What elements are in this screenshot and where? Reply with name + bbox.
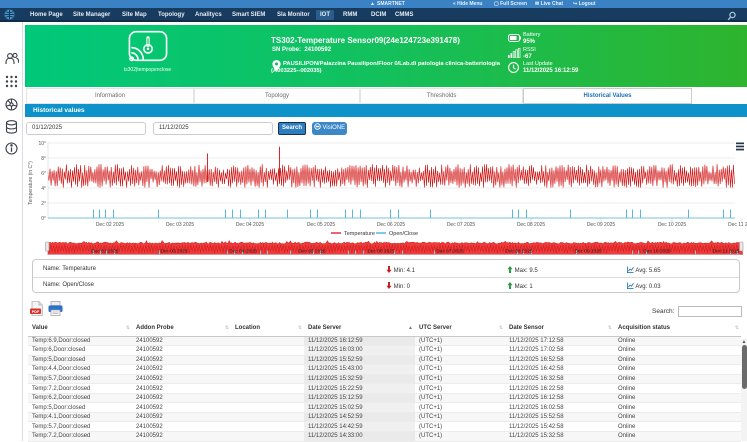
svg-text:Dec 04 2025: Dec 04 2025 — [236, 222, 265, 228]
svg-text:10°: 10° — [38, 141, 46, 147]
svg-text:Dec 09 2025: Dec 09 2025 — [587, 222, 616, 228]
svg-text:Dec 03 2025: Dec 03 2025 — [160, 249, 188, 255]
svg-text:Dec 06 2025: Dec 06 2025 — [367, 249, 395, 255]
svg-text:Dec 10 2025: Dec 10 2025 — [643, 249, 671, 255]
svg-text:PDF: PDF — [32, 310, 40, 314]
svg-text:Dec 07 2025: Dec 07 2025 — [447, 222, 476, 228]
svg-text:Dec 03 2025: Dec 03 2025 — [166, 222, 195, 228]
svg-text:8°: 8° — [41, 156, 46, 162]
svg-text:Temperature (in C°): Temperature (in C°) — [28, 161, 34, 205]
svg-text:Open/Close: Open/Close — [389, 231, 418, 237]
svg-text:Dec 04 2025: Dec 04 2025 — [229, 249, 257, 255]
svg-text:Dec 09 2025: Dec 09 2025 — [574, 249, 602, 255]
svg-text:Dec 11 2025: Dec 11 2025 — [728, 222, 747, 228]
svg-text:Dec 05 2025: Dec 05 2025 — [307, 222, 336, 228]
svg-text:Dec 08 2025: Dec 08 2025 — [505, 249, 533, 255]
svg-text:Dec 05 2025: Dec 05 2025 — [298, 249, 326, 255]
svg-text:2°: 2° — [41, 201, 46, 207]
svg-text:4°: 4° — [41, 186, 46, 192]
svg-text:Temperature: Temperature — [344, 231, 375, 237]
svg-text:Dec 10 2025: Dec 10 2025 — [658, 222, 687, 228]
svg-text:6°: 6° — [41, 171, 46, 177]
svg-text:Dec 02 2025: Dec 02 2025 — [96, 222, 125, 228]
svg-text:0°: 0° — [41, 216, 46, 222]
svg-text:Dec 07 2025: Dec 07 2025 — [436, 249, 464, 255]
svg-text:Dec 08 2025: Dec 08 2025 — [517, 222, 546, 228]
svg-text:Dec 02 2025: Dec 02 2025 — [91, 249, 119, 255]
svg-text:Dec 06 2025: Dec 06 2025 — [377, 222, 406, 228]
svg-text:Dec 11 2025: Dec 11 2025 — [713, 249, 740, 255]
